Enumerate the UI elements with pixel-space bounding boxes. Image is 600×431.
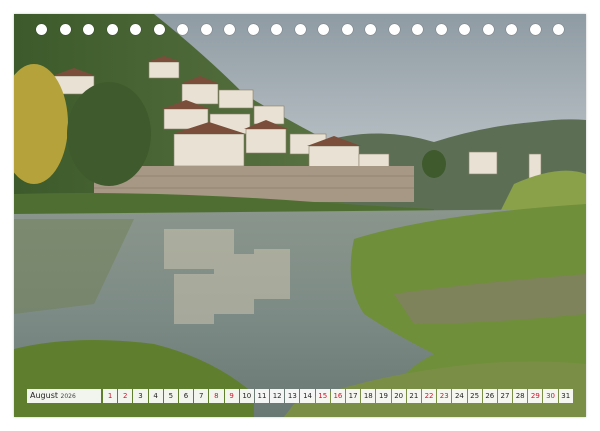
calendar-strip: August 2026 1 2 3 4 5 6 7 8 9 10 11 12 13 14 15 16 17 18 1… [27, 389, 573, 403]
ring-binding-hole-icon [247, 24, 259, 35]
ring-binding [0, 24, 600, 40]
day-cell: 11 [254, 389, 270, 403]
ring-binding-hole-icon [553, 24, 564, 35]
day-cell: 26 [482, 389, 497, 403]
landscape-photo [14, 14, 586, 417]
day-cell: 17 [346, 389, 361, 403]
ring-binding-hole-icon [318, 24, 329, 35]
ring-binding-hole-icon [365, 24, 376, 35]
day-cell: 6 [178, 389, 194, 403]
ring-binding-hole-icon [435, 24, 447, 35]
day-cell: 4 [148, 389, 163, 403]
ring-binding-hole-icon [341, 24, 353, 35]
day-cell: 7 [194, 389, 209, 403]
day-cell: 15 [315, 389, 330, 403]
year-label: 2026 [60, 393, 76, 400]
day-cell: 3 [133, 389, 148, 403]
ring-binding-hole-icon [224, 24, 235, 35]
day-cell: 9 [224, 389, 239, 403]
day-cell: 27 [497, 389, 513, 403]
ring-binding-hole-icon [83, 24, 94, 35]
day-cell: 21 [406, 389, 421, 403]
day-cell: 1 [103, 389, 118, 403]
day-cell: 5 [163, 389, 178, 403]
day-cell: 29 [528, 389, 543, 403]
day-cell: 23 [437, 389, 452, 403]
day-cell: 19 [376, 389, 391, 403]
ring-binding-hole-icon [153, 24, 165, 35]
day-cell: 28 [513, 389, 528, 403]
ring-binding-hole-icon [506, 24, 517, 35]
day-cell: 12 [270, 389, 285, 403]
calendar-page [14, 14, 586, 417]
day-cells: 1 2 3 4 5 6 7 8 9 10 11 12 13 14 15 16 17 18 19 20 21 22 23 24 2… [103, 389, 573, 403]
ring-binding-hole-icon [271, 24, 282, 35]
day-cell: 31 [558, 389, 573, 403]
ring-binding-hole-icon [412, 24, 423, 35]
ring-binding-hole-icon [106, 24, 118, 35]
day-cell: 25 [467, 389, 482, 403]
day-cell: 10 [239, 389, 254, 403]
month-label: August 2026 [27, 389, 101, 403]
ring-binding-hole-icon [459, 24, 470, 35]
day-cell: 13 [285, 389, 300, 403]
day-cell: 14 [300, 389, 315, 403]
day-cell: 16 [330, 389, 345, 403]
day-cell: 24 [452, 389, 467, 403]
ring-binding-hole-icon [177, 24, 188, 35]
ring-binding-hole-icon [59, 24, 71, 35]
ring-binding-hole-icon [482, 24, 494, 35]
day-cell: 8 [209, 389, 224, 403]
ring-binding-hole-icon [200, 24, 212, 35]
day-cell: 2 [118, 389, 133, 403]
day-cell: 30 [543, 389, 558, 403]
ring-binding-hole-icon [130, 24, 141, 35]
month-name: August [30, 391, 58, 400]
day-cell: 18 [361, 389, 376, 403]
day-cell: 20 [391, 389, 406, 403]
ring-binding-hole-icon [388, 24, 400, 35]
ring-binding-hole-icon [36, 24, 47, 35]
day-cell: 22 [421, 389, 437, 403]
ring-binding-hole-icon [529, 24, 541, 35]
ring-binding-hole-icon [294, 24, 306, 35]
